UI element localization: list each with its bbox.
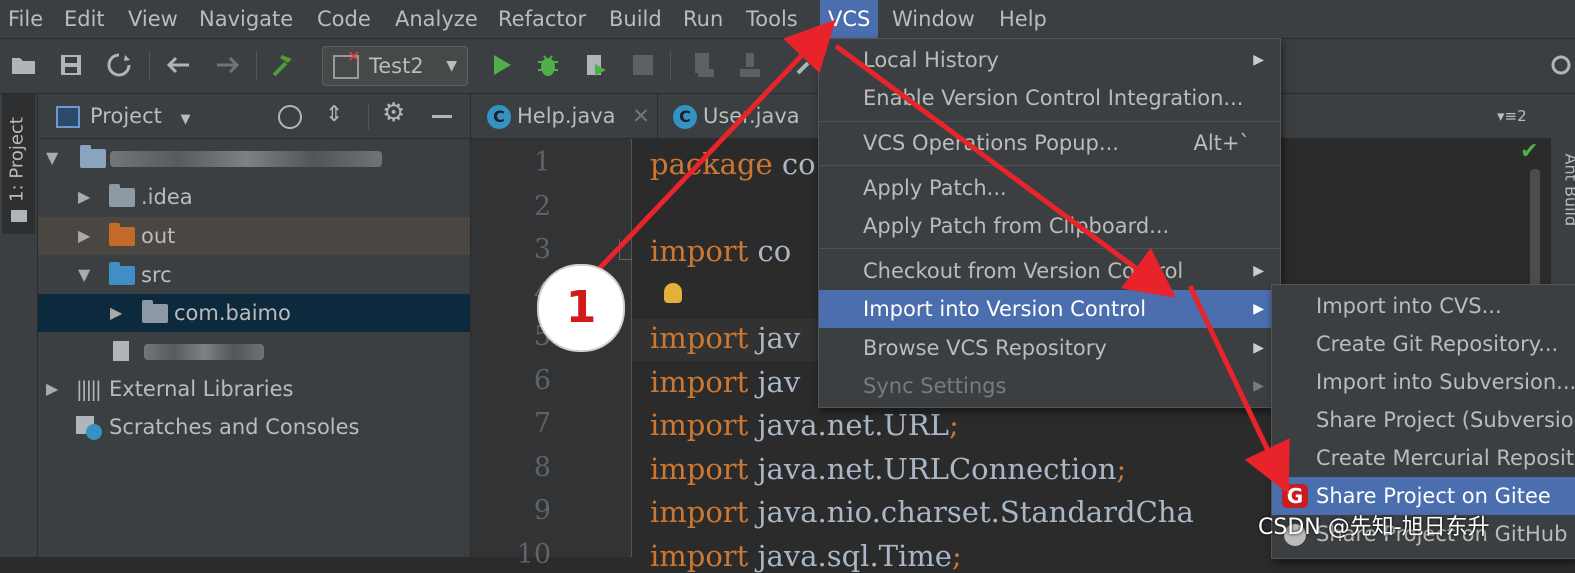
arrow-to-import-item [836,46,1160,286]
watermark: CSDN @先知-旭日东升 [1258,509,1490,541]
arrow-to-vcs-menu [598,34,822,270]
arrow-to-gitee-item [1190,286,1280,476]
step-number-badge: 1 [537,264,625,352]
annotation-arrows [0,0,1575,557]
